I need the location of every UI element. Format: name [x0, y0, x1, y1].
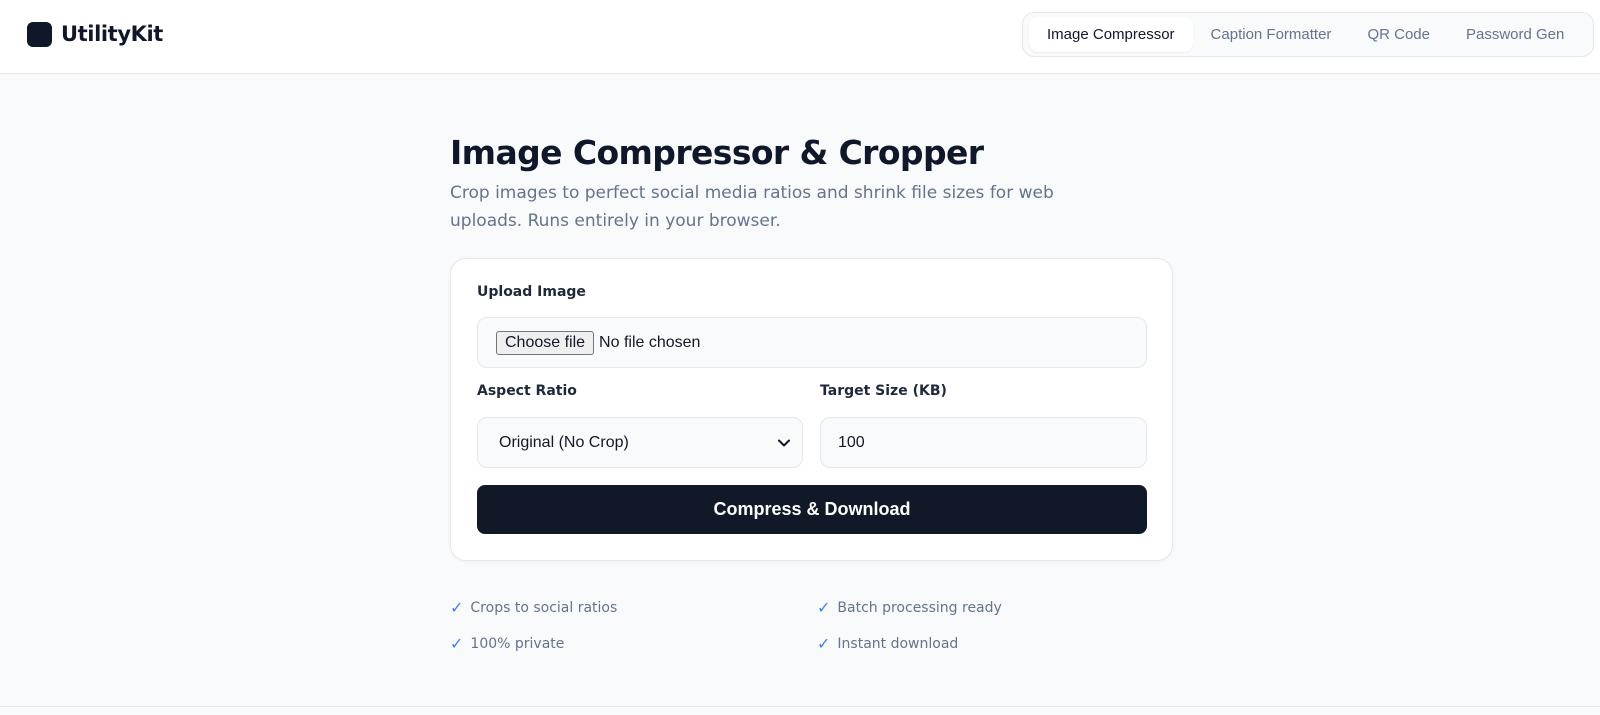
aspect-ratio-value: Original (No Crop) [499, 433, 629, 451]
target-size-value: 100 [838, 433, 865, 451]
feature-text: Crops to social ratios [470, 599, 618, 616]
check-icon: ✓ [450, 598, 464, 617]
feature-item: ✓ Crops to social ratios [450, 598, 617, 617]
footer-divider [0, 706, 1600, 707]
check-icon: ✓ [817, 634, 831, 653]
check-icon: ✓ [450, 634, 464, 653]
feature-text: Batch processing ready [837, 599, 1002, 616]
page-subtitle: Crop images to perfect social media rati… [450, 183, 1054, 231]
brand[interactable]: UtilityKit [27, 21, 163, 47]
tool-tabs: Image Compressor Caption Formatter QR Co… [1022, 12, 1594, 57]
target-size-label: Target Size (KB) [820, 383, 947, 399]
tab-password-gen[interactable]: Password Gen [1448, 17, 1582, 52]
feature-text: 100% private [470, 635, 565, 652]
brand-logo-icon [27, 21, 52, 47]
file-status-text: No file chosen [599, 333, 701, 351]
aspect-ratio-label: Aspect Ratio [477, 383, 577, 399]
compress-download-button[interactable]: Compress & Download [477, 485, 1147, 534]
target-size-input[interactable]: 100 [820, 417, 1147, 468]
top-navbar: UtilityKit Image Compressor Caption Form… [0, 0, 1600, 74]
feature-item: ✓ Batch processing ready [817, 598, 1002, 617]
page-title: Image Compressor & Cropper [450, 133, 984, 172]
feature-item: ✓ 100% private [450, 634, 564, 653]
file-upload-field[interactable]: Choose file No file chosen [477, 317, 1147, 368]
tab-caption-formatter[interactable]: Caption Formatter [1193, 17, 1350, 52]
chevron-down-icon [778, 437, 790, 449]
compressor-card: Upload Image Choose file No file chosen … [450, 258, 1173, 561]
feature-item: ✓ Instant download [817, 634, 958, 653]
choose-file-button[interactable]: Choose file [496, 330, 595, 355]
upload-label: Upload Image [477, 284, 586, 300]
aspect-ratio-select[interactable]: Original (No Crop) [477, 417, 803, 468]
check-icon: ✓ [817, 598, 831, 617]
brand-name: UtilityKit [61, 22, 163, 46]
tab-qr-code[interactable]: QR Code [1349, 17, 1448, 52]
tab-image-compressor[interactable]: Image Compressor [1029, 17, 1193, 52]
feature-text: Instant download [837, 635, 959, 652]
